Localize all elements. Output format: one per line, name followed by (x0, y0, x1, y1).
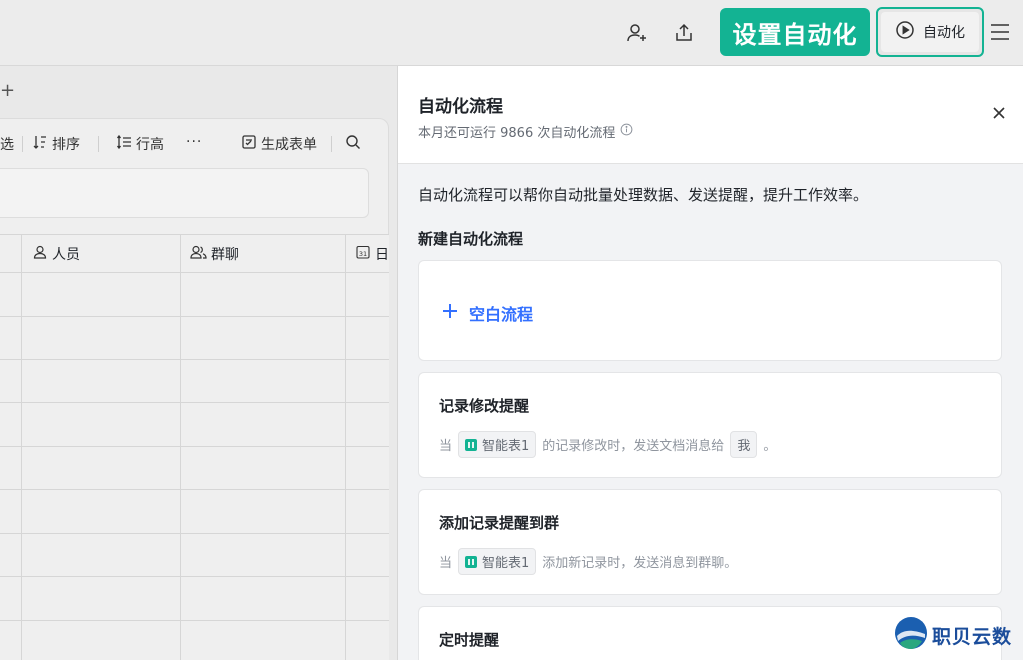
grid-row-line (0, 576, 389, 577)
template-middle: 添加新记录时，发送消息到群聊。 (542, 556, 738, 571)
svg-text:31: 31 (359, 250, 367, 258)
person-icon (32, 244, 48, 264)
column-header-person[interactable]: 人员 (22, 235, 80, 272)
add-member-icon[interactable] (624, 20, 650, 46)
add-sheet-icon[interactable]: + (0, 80, 15, 101)
form-icon (241, 134, 257, 154)
sort-icon (32, 134, 48, 154)
template-card[interactable]: 记录修改提醒 当 智能表1 的记录修改时，发送文档消息给 我 。 (418, 372, 1002, 478)
recipient-chip: 我 (730, 431, 758, 458)
blank-flow-card[interactable]: 空白流程 (418, 260, 1002, 361)
template-description: 当 智能表1 添加新记录时，发送消息到群聊。 (439, 548, 737, 575)
watermark: 职贝云数 (894, 616, 1012, 654)
template-title: 添加记录提醒到群 (439, 514, 560, 532)
template-prefix: 当 (439, 439, 453, 454)
panel-title: 自动化流程 (418, 97, 503, 117)
recipient-name: 我 (737, 439, 751, 454)
watermark-text: 职贝云数 (932, 625, 1013, 648)
column-header-label: 日 (375, 246, 389, 263)
table-icon (465, 438, 478, 451)
close-icon[interactable] (988, 102, 1010, 124)
info-icon[interactable] (620, 123, 633, 140)
grid-row-line (0, 446, 389, 447)
more-label: ··· (186, 134, 203, 150)
group-icon (190, 244, 207, 264)
sort-label: 排序 (52, 137, 80, 153)
grid-row-line (0, 489, 389, 490)
filter-button[interactable]: 选 (0, 134, 14, 154)
top-bar: 设置自动化 自动化 (0, 0, 1023, 66)
grid-column-line (345, 235, 346, 660)
toolbar-divider (22, 136, 23, 152)
automation-button[interactable]: 自动化 (876, 7, 984, 57)
table-chip: 智能表1 (458, 431, 537, 458)
grid-column-line (21, 235, 22, 660)
blank-flow-button[interactable]: 空白流程 (441, 301, 533, 325)
panel-subtitle: 本月还可运行 9866 次自动化流程 (418, 122, 633, 141)
more-button[interactable]: ··· (186, 134, 202, 150)
column-header-date[interactable]: 31 日 (345, 235, 389, 272)
form-label: 生成表单 (261, 137, 317, 153)
template-suffix: 。 (763, 439, 777, 454)
column-header-group-chat[interactable]: 群聊 (180, 235, 239, 272)
grid-column-line (180, 235, 181, 660)
calendar-icon: 31 (355, 244, 371, 264)
plus-icon (441, 302, 459, 324)
toolbar-divider (98, 136, 99, 152)
template-title: 记录修改提醒 (439, 397, 530, 415)
grid-row-line (0, 359, 389, 360)
row-height-button[interactable]: 行高 (116, 134, 164, 154)
sort-button[interactable]: 排序 (32, 134, 80, 154)
panel-description: 自动化流程可以帮你自动批量处理数据、发送提醒，提升工作效率。 (418, 186, 869, 204)
sheet-search-box[interactable] (0, 168, 369, 218)
template-description: 当 智能表1 的记录修改时，发送文档消息给 我 。 (439, 431, 776, 458)
template-middle: 的记录修改时，发送文档消息给 (542, 439, 725, 454)
column-header-label: 群聊 (211, 246, 239, 263)
grid-row-line (0, 402, 389, 403)
search-icon[interactable] (345, 134, 361, 150)
grid-row-line (0, 620, 389, 621)
new-automation-heading: 新建自动化流程 (418, 230, 524, 248)
run-quota-text: 本月还可运行 9866 次自动化流程 (418, 126, 616, 141)
template-prefix: 当 (439, 556, 453, 571)
panel-header: 自动化流程 本月还可运行 9866 次自动化流程 (398, 66, 1023, 164)
table-name: 智能表1 (482, 556, 530, 571)
filter-label: 选 (0, 137, 14, 153)
generate-form-button[interactable]: 生成表单 (241, 134, 317, 154)
template-title: 定时提醒 (439, 631, 500, 649)
grid-row-line (0, 316, 389, 317)
table-chip: 智能表1 (458, 548, 537, 575)
table-icon (465, 555, 478, 568)
menu-icon[interactable] (989, 20, 1011, 44)
blank-flow-label: 空白流程 (469, 305, 534, 324)
template-card[interactable]: 添加记录提醒到群 当 智能表1 添加新记录时，发送消息到群聊。 (418, 489, 1002, 595)
column-header-label: 人员 (52, 246, 80, 263)
watermark-logo-icon (894, 616, 928, 654)
table-name: 智能表1 (482, 439, 530, 454)
play-circle-icon (895, 20, 915, 44)
row-height-label: 行高 (136, 137, 164, 153)
sheet-toolbar: 选 排序 行高 ··· 生成表单 (0, 130, 389, 158)
grid-row-line (0, 272, 389, 273)
data-grid: 人员 群聊 31 日 (0, 234, 389, 660)
automation-panel: 自动化流程 本月还可运行 9866 次自动化流程 自动化流程可以帮你自动批量处理… (397, 66, 1023, 660)
automation-button-label: 自动化 (923, 25, 965, 41)
grid-row-line (0, 533, 389, 534)
row-height-icon (116, 134, 132, 154)
setup-automation-button[interactable]: 设置自动化 (720, 8, 870, 56)
toolbar-divider (331, 136, 332, 152)
share-icon[interactable] (671, 20, 697, 46)
